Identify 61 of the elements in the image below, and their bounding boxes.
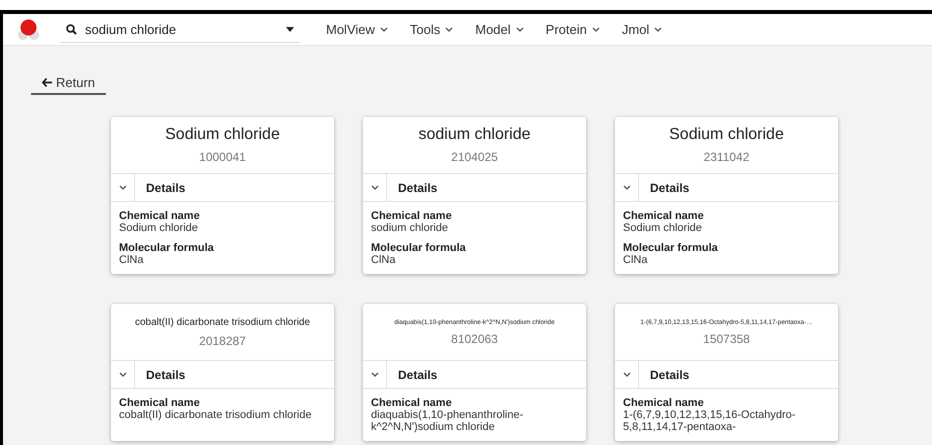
compound-id: 8102063 <box>451 332 498 346</box>
compound-title: Sodium chloride <box>165 126 280 144</box>
compound-id: 2104025 <box>451 150 498 164</box>
details-label: Details <box>146 180 186 194</box>
field-label: Molecular formula <box>371 242 467 254</box>
compound-title: Sodium chloride <box>669 126 784 144</box>
chevron-down-icon <box>592 27 600 32</box>
details-label: Details <box>398 368 438 382</box>
field-value: ClNa <box>119 254 144 266</box>
result-card[interactable]: Sodium chloride 2311042 Details Chemical name Sodium chloride Molecular formula ClNa <box>615 117 838 274</box>
field-label: Molecular formula <box>623 242 719 254</box>
menu-button[interactable]: MolView <box>326 22 388 37</box>
compound-id: 1000041 <box>199 150 246 164</box>
result-card[interactable]: cobalt(II) dicarbonate trisodium chloride 2018287 Details Chemical name cobalt(II) dicarbonate trisodium chloride <box>111 304 334 441</box>
search-icon <box>66 24 77 34</box>
result-card[interactable]: sodium chloride 2104025 Details Chemical name sodium chloride Molecular formula ClNa <box>363 117 586 274</box>
chevron-icon <box>370 372 378 377</box>
details-label: Details <box>146 368 186 382</box>
arrow-left-icon <box>42 78 52 86</box>
compound-id: 2311042 <box>704 150 750 164</box>
chevron-down-icon <box>380 27 388 32</box>
field-label: Chemical name <box>371 397 453 409</box>
chevron-icon <box>622 185 630 190</box>
field-value: sodium chloride <box>371 222 450 234</box>
result-card[interactable]: Sodium chloride 1000041 Details Chemical name Sodium chloride Molecular formula ClNa <box>111 117 334 274</box>
chevron-icon <box>622 372 630 377</box>
compound-title: sodium chloride <box>418 126 531 144</box>
field-label: Molecular formula <box>119 242 215 254</box>
field-value: diaquabis(1,10-phenanthroline-k^2^N,N')sodium chloride <box>371 409 524 433</box>
details-label: Details <box>650 180 690 194</box>
chevron-icon <box>118 372 126 377</box>
search-input[interactable]: sodium chloride <box>85 22 278 36</box>
menu-button[interactable]: Tools <box>410 22 454 37</box>
chevron-icon <box>370 185 378 190</box>
field-label: Chemical name <box>623 397 705 409</box>
field-label: Chemical name <box>371 210 453 222</box>
field-value: Sodium chloride <box>623 222 703 234</box>
logo-icon[interactable] <box>17 18 41 42</box>
menu-button[interactable]: Protein <box>546 22 600 37</box>
dropdown-caret-icon[interactable] <box>286 26 294 32</box>
chevron-down-icon <box>654 27 662 32</box>
field-value: Sodium chloride <box>119 222 199 234</box>
field-label: Chemical name <box>119 397 201 409</box>
details-label: Details <box>398 180 438 194</box>
search-field[interactable]: sodium chloride <box>60 16 300 42</box>
menu-button[interactable]: Model <box>475 22 524 37</box>
field-label: Chemical name <box>623 210 705 222</box>
compound-title: cobalt(II) dicarbonate trisodium chloride <box>134 316 310 328</box>
compound-id: 1507358 <box>703 332 750 346</box>
chevron-down-icon <box>516 27 524 32</box>
field-value: 1-(6,7,9,10,12,13,15,16-Octahydro-5,8,11,14,17-pentaoxa- <box>623 409 796 433</box>
details-label: Details <box>650 368 690 382</box>
field-value: ClNa <box>623 254 648 266</box>
chevron-icon <box>118 185 126 190</box>
compound-id: 2018287 <box>199 334 246 348</box>
menu-button[interactable]: Jmol <box>622 22 662 37</box>
field-value: cobalt(II) dicarbonate trisodium chloride <box>119 409 313 421</box>
field-value: ClNa <box>371 254 396 266</box>
field-label: Chemical name <box>119 210 201 222</box>
chevron-down-icon <box>445 27 454 32</box>
return-button[interactable]: Return <box>31 71 106 95</box>
